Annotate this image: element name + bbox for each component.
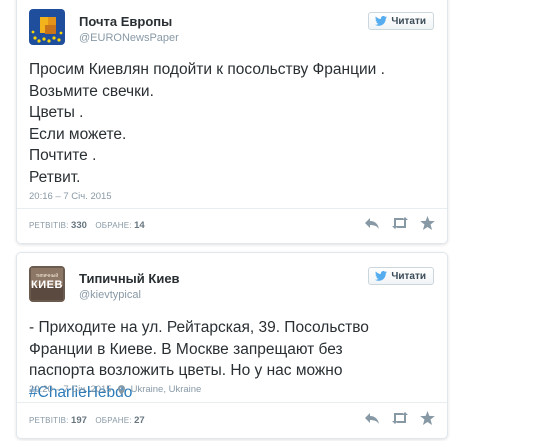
tweet-text-body: - Приходите на ул. Рейтарская, 39. Посол… xyxy=(29,319,369,379)
tweet-actions xyxy=(364,216,435,230)
timestamp-link[interactable]: 20:20 – 7 Січ. 2015 xyxy=(29,384,112,395)
retweets-count[interactable]: 330 xyxy=(71,220,87,231)
author-handle[interactable]: @kievtypical xyxy=(79,289,141,301)
tweet-stats: РЕТВІТІВ: 197 ОБРАНЕ: 27 xyxy=(29,415,151,426)
tweet-text-line: Если можете. xyxy=(29,125,127,143)
tweet-meta: 20:16 – 7 Січ. 2015 xyxy=(29,191,112,202)
author-handle[interactable]: @EURONewsPaper xyxy=(79,32,179,44)
tweet-text-line: Цветы . xyxy=(29,104,84,121)
retweets-count[interactable]: 197 xyxy=(71,415,87,426)
timestamp-link[interactable]: 20:16 – 7 Січ. 2015 xyxy=(29,191,112,202)
tweet-actions xyxy=(364,411,435,425)
favorites-label: ОБРАНЕ: xyxy=(95,221,132,230)
follow-button[interactable]: Читати xyxy=(368,12,434,30)
favorite-star-icon[interactable] xyxy=(420,216,435,230)
favorites-count[interactable]: 27 xyxy=(134,415,145,426)
retweets-label: РЕТВІТІВ: xyxy=(29,221,69,230)
follow-label: Читати xyxy=(391,270,426,282)
tweet-text-line: Ретвит. xyxy=(29,168,81,186)
divider xyxy=(17,208,447,209)
author-name[interactable]: Почта Европы xyxy=(79,14,172,29)
follow-button[interactable]: Читати xyxy=(368,267,434,285)
reply-icon[interactable] xyxy=(364,411,380,425)
retweet-icon[interactable] xyxy=(391,411,409,425)
tweet-card: типичный КИЕВ Типичный Киев @kievtypical… xyxy=(16,252,448,439)
tweet-text-line: Просим Киевлян подойти к посольству Фран… xyxy=(29,61,385,78)
location-link[interactable]: Ukraine, Ukraine xyxy=(131,384,202,395)
tweet-text: Просим Киевлян подойти к посольству Фран… xyxy=(29,59,437,188)
avatar-text: КИЕВ xyxy=(31,279,63,291)
tweet-meta: 20:20 – 7 Січ. 2015 Ukraine, Ukraine xyxy=(29,384,201,395)
location-pin-icon xyxy=(117,384,125,395)
avatar[interactable] xyxy=(29,9,65,45)
follow-label: Читати xyxy=(391,15,426,27)
twitter-bird-icon xyxy=(375,271,388,281)
twitter-bird-icon xyxy=(375,16,388,26)
tweet-text-line: Возьмите свечки. xyxy=(29,82,154,100)
reply-icon[interactable] xyxy=(364,216,380,230)
tweet-text-line: Почтите . xyxy=(29,147,97,164)
favorites-count[interactable]: 14 xyxy=(134,220,145,231)
retweet-icon[interactable] xyxy=(391,216,409,230)
divider xyxy=(17,402,447,403)
retweets-label: РЕТВІТІВ: xyxy=(29,416,69,425)
tweet-card: Почта Европы @EURONewsPaper Читати Проси… xyxy=(16,0,448,244)
author-name[interactable]: Типичный Киев xyxy=(79,271,180,286)
avatar[interactable]: типичный КИЕВ xyxy=(29,266,65,302)
favorites-label: ОБРАНЕ: xyxy=(95,416,132,425)
favorite-star-icon[interactable] xyxy=(420,411,435,425)
europe-stars-logo-icon xyxy=(29,9,65,45)
tweet-stats: РЕТВІТІВ: 330 ОБРАНЕ: 14 xyxy=(29,220,151,231)
